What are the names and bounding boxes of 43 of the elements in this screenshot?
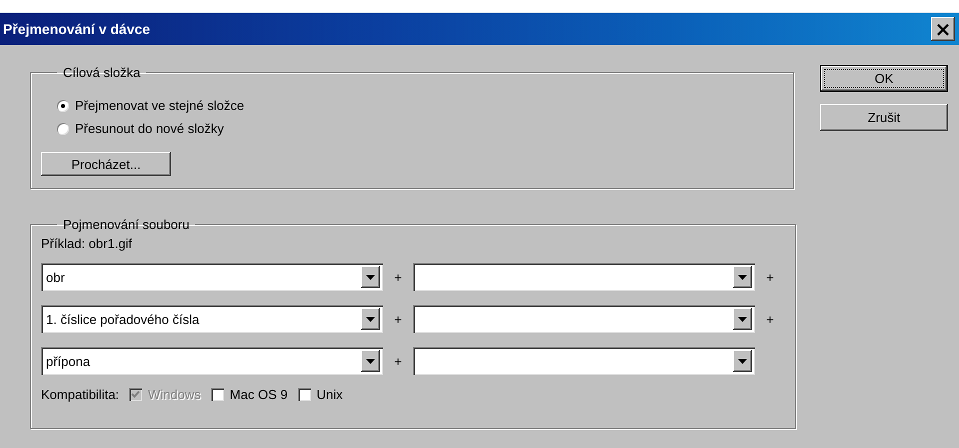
plus-sign: +	[765, 312, 775, 326]
plus-sign: +	[393, 312, 403, 326]
dropdown-button[interactable]	[361, 350, 380, 372]
plus-sign: +	[765, 270, 775, 284]
window-title: Přejmenování v dávce	[3, 21, 150, 37]
dropdown-arrow-icon	[366, 274, 375, 280]
combo-box[interactable]: obr	[41, 263, 383, 291]
close-button[interactable]: ×	[931, 17, 955, 41]
checkbox-label: Windows	[148, 387, 201, 402]
radio-button[interactable]	[57, 122, 69, 134]
dropdown-button[interactable]	[361, 266, 380, 288]
checkbox[interactable]	[298, 388, 311, 401]
dropdown-arrow-icon	[738, 316, 747, 322]
dialog-button[interactable]: Zrušit	[820, 104, 948, 131]
dropdown-arrow-icon	[738, 358, 747, 364]
combo-box[interactable]	[413, 305, 755, 333]
compatibility-label: Kompatibilita:	[41, 387, 120, 402]
dropdown-arrow-icon	[366, 316, 375, 322]
group-title: Pojmenování souboru	[62, 217, 190, 232]
dropdown-arrow-icon	[738, 274, 747, 280]
combo-box[interactable]	[413, 263, 755, 291]
radio-option[interactable]: Přejmenovat ve stejné složce	[57, 98, 783, 113]
dialog-button[interactable]: OK	[820, 65, 948, 92]
browse-button[interactable]: Procházet...	[41, 152, 171, 176]
dropdown-button[interactable]	[733, 350, 752, 372]
dropdown-button[interactable]	[361, 308, 380, 330]
plus-sign: +	[393, 270, 403, 284]
checkbox-label: Unix	[316, 387, 343, 402]
dropdown-button[interactable]	[733, 266, 752, 288]
group-title: Cílová složka	[62, 65, 142, 80]
radio-button[interactable]	[57, 100, 69, 112]
combo-box[interactable]	[413, 347, 755, 375]
combo-box[interactable]: přípona	[41, 347, 383, 375]
plus-sign: +	[393, 354, 403, 368]
checkbox[interactable]	[210, 388, 224, 401]
example-text: Příklad: obr1.gif	[41, 236, 134, 251]
radio-label: Přejmenovat ve stejné složce	[75, 98, 244, 113]
combo-box[interactable]: 1. číslice pořadového čísla	[41, 305, 383, 333]
radio-label: Přesunout do nové složky	[75, 121, 224, 136]
radio-option[interactable]: Přesunout do nové složky	[57, 121, 783, 136]
checkbox-label: Mac OS 9	[230, 387, 288, 402]
dropdown-button[interactable]	[733, 308, 752, 330]
dropdown-arrow-icon	[366, 358, 375, 364]
